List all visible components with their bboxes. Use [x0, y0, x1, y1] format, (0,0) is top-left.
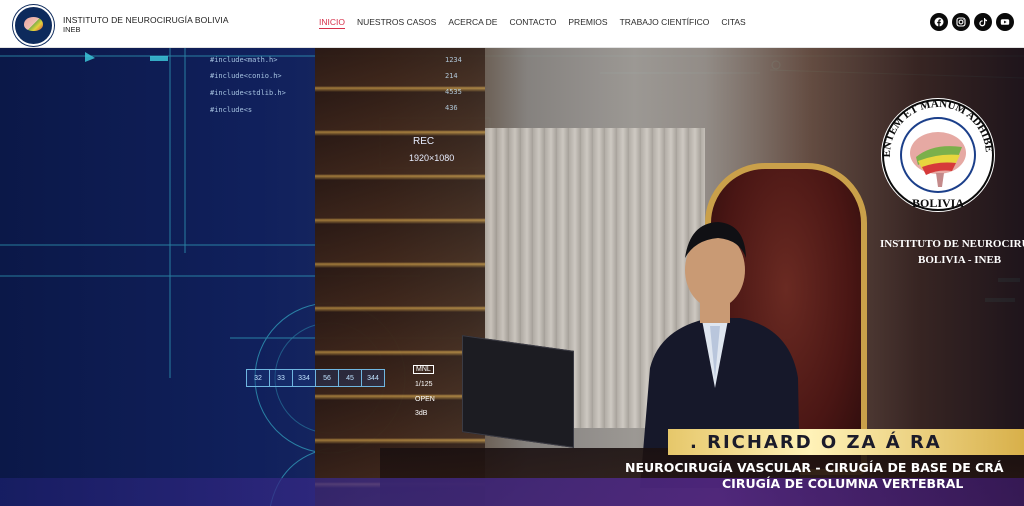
- bookshelf: [315, 48, 485, 506]
- nav-item-citas[interactable]: CITAS: [721, 17, 745, 29]
- hud-code-line: #include<s: [210, 106, 253, 114]
- hud-tick: 56: [315, 369, 339, 387]
- main-nav: INICIO NUESTROS CASOS ACERCA DE CONTACTO…: [319, 17, 758, 29]
- emblem-title-line2: BOLIVIA - INEB: [918, 254, 1002, 266]
- hud-code-line: #include<conio.h>: [210, 72, 282, 80]
- laptop: [462, 335, 574, 448]
- hud-tick: 334: [292, 369, 316, 387]
- camera-aperture: OPEN: [415, 396, 435, 403]
- brand-name[interactable]: INSTITUTO DE NEUROCIRUGÍA BOLIVIA: [63, 15, 229, 25]
- hud-code-line: #include<math.h>: [210, 56, 278, 64]
- rec-indicator: REC: [413, 136, 435, 147]
- hud-number: 214: [445, 72, 458, 80]
- brain-logo-icon[interactable]: [13, 5, 54, 46]
- social-links: [930, 13, 1014, 31]
- tiktok-icon[interactable]: [974, 13, 992, 31]
- hud-code-line: #include<stdlib.h>: [210, 89, 286, 97]
- emblem-title-line1: INSTITUTO DE NEUROCIRUGÍA: [880, 238, 1024, 250]
- hero-video-banner[interactable]: #include<math.h> #include<conio.h> #incl…: [0, 48, 1024, 506]
- hud-tick: 45: [338, 369, 362, 387]
- hud-number: 436: [445, 104, 458, 112]
- hud-tick-row: 32 33 334 56 45 344: [246, 369, 385, 387]
- hud-number: 4535: [445, 88, 462, 96]
- nav-item-contacto[interactable]: CONTACTO: [509, 17, 556, 29]
- doctor-name: . RICHARD O ZA Á RA: [690, 432, 942, 453]
- specialty-line-2: CIRUGÍA DE COLUMNA VERTEBRAL: [722, 476, 964, 491]
- camera-gain: 3dB: [415, 410, 428, 417]
- nav-item-acerca-de[interactable]: ACERCA DE: [448, 17, 497, 29]
- nav-item-premios[interactable]: PREMIOS: [568, 17, 607, 29]
- rec-resolution: 1920×1080: [409, 153, 455, 163]
- brand-short-name: INEB: [63, 25, 81, 34]
- specialty-line-1: NEUROCIRUGÍA VASCULAR - CIRUGÍA DE BASE …: [625, 460, 1004, 475]
- institute-emblem: MENTEM ET MANUM ADHIBERE BOLIVIA: [878, 95, 995, 212]
- nav-item-trabajo-cientifico[interactable]: TRABAJO CIENTÍFICO: [620, 17, 710, 29]
- youtube-icon[interactable]: [996, 13, 1014, 31]
- camera-shutter: 1/125: [415, 381, 433, 388]
- facebook-icon[interactable]: [930, 13, 948, 31]
- nav-item-nuestros-casos[interactable]: NUESTROS CASOS: [357, 17, 436, 29]
- nav-item-inicio[interactable]: INICIO: [319, 17, 345, 29]
- hud-number: 1234: [445, 56, 462, 64]
- hud-tick: 344: [361, 369, 385, 387]
- hud-tick: 33: [269, 369, 293, 387]
- hud-tick: 32: [246, 369, 270, 387]
- camera-mode: MNL: [413, 365, 434, 374]
- emblem-country: BOLIVIA: [912, 196, 964, 210]
- instagram-icon[interactable]: [952, 13, 970, 31]
- site-header: INSTITUTO DE NEUROCIRUGÍA BOLIVIA INEB I…: [0, 0, 1024, 48]
